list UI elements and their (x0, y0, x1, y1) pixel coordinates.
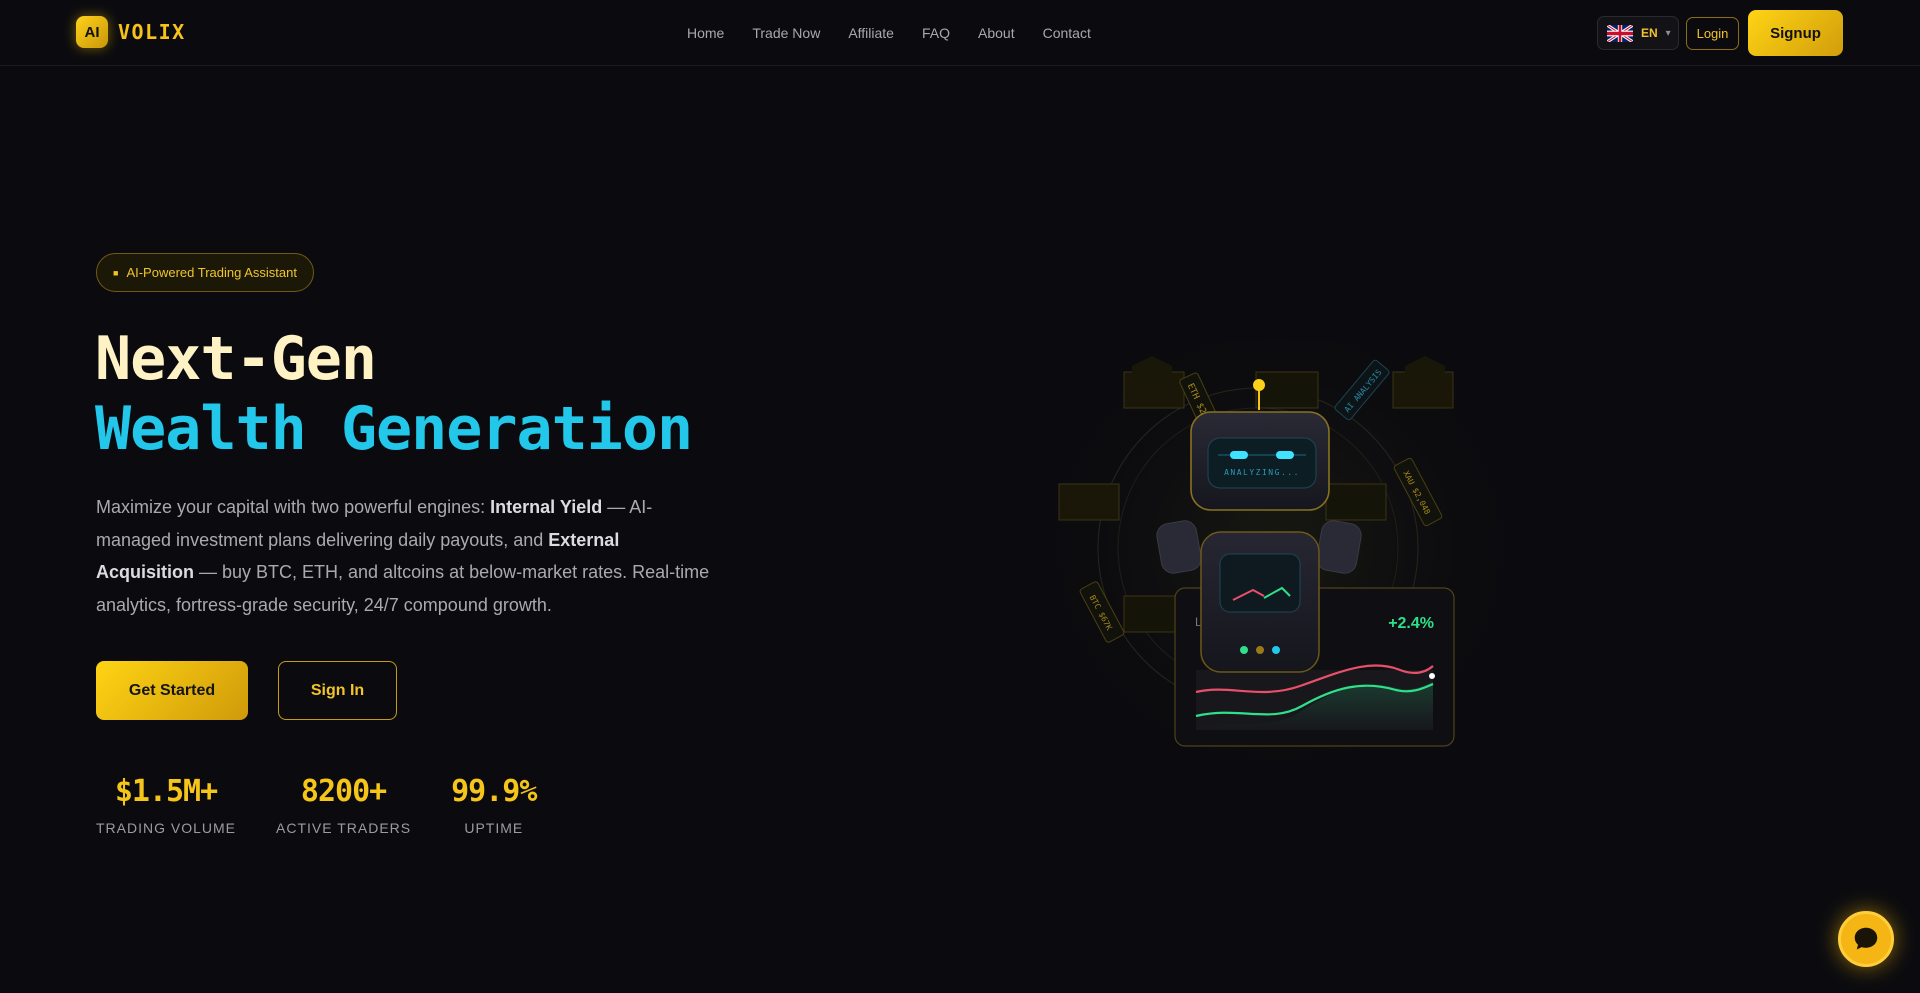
brand-logo[interactable]: AI VOLIX (76, 16, 186, 48)
nav-about[interactable]: About (978, 25, 1015, 41)
desc-text-1: Maximize your capital with two powerful … (96, 497, 491, 517)
uk-flag-icon (1607, 24, 1633, 42)
stat-active-traders: 8200+ ACTIVE TRADERS (276, 774, 411, 836)
hero-title-line2: Wealth Generation (95, 394, 693, 464)
robot-body (1200, 531, 1320, 673)
stat-label: ACTIVE TRADERS (276, 820, 412, 836)
ai-badge: ■ AI-Powered Trading Assistant (96, 253, 314, 292)
stat-trading-volume: $1.5M+ TRADING VOLUME (96, 774, 236, 836)
hero-description: Maximize your capital with two powerful … (96, 491, 716, 621)
stat-value: 8200+ (300, 774, 387, 809)
chart-change-value: +2.4% (1388, 615, 1434, 632)
signup-button[interactable]: Signup (1748, 10, 1843, 56)
stat-value: $1.5M+ (114, 774, 218, 809)
hero-title: Next-Gen Wealth Generation (95, 324, 693, 464)
stats-row: $1.5M+ TRADING VOLUME 8200+ ACTIVE TRADE… (96, 774, 537, 836)
ai-badge-label: AI-Powered Trading Assistant (126, 265, 297, 280)
stat-label: TRADING VOLUME (96, 820, 237, 836)
language-code: EN (1641, 26, 1658, 40)
stat-uptime: 99.9% UPTIME (451, 774, 537, 836)
hero-title-line1: Next-Gen (95, 324, 377, 394)
chat-bubble-icon (1854, 927, 1878, 950)
desc-internal-yield: Internal Yield (490, 497, 603, 517)
robot-right-arm (1316, 520, 1362, 574)
robot-status-text: ANALYZING... (1224, 468, 1300, 477)
robot-icon: ■ (113, 267, 119, 278)
nav-faq[interactable]: FAQ (922, 25, 950, 41)
top-navbar: AI VOLIX Home Trade Now Affiliate FAQ Ab… (0, 0, 1920, 66)
nav-affiliate[interactable]: Affiliate (848, 25, 894, 41)
ai-robot-illustration: ETH $2 AI ANALYSIS XAU $2,048 BTC $67K L… (1040, 340, 1520, 800)
sign-in-button[interactable]: Sign In (278, 661, 397, 720)
chevron-down-icon: ▾ (1665, 27, 1671, 39)
robot-left-arm (1156, 520, 1202, 574)
chart-endpoint (1429, 673, 1435, 679)
nav-contact[interactable]: Contact (1043, 25, 1091, 41)
nav-home[interactable]: Home (687, 25, 724, 41)
chat-support-button[interactable] (1838, 911, 1894, 967)
get-started-button[interactable]: Get Started (96, 661, 248, 720)
main-nav: Home Trade Now Affiliate FAQ About Conta… (687, 25, 1091, 41)
nav-trade-now[interactable]: Trade Now (752, 25, 820, 41)
stat-label: UPTIME (464, 820, 524, 836)
stat-value: 99.9% (451, 774, 537, 809)
language-selector[interactable]: EN ▾ (1597, 16, 1679, 50)
logo-badge: AI (76, 16, 108, 48)
brand-name: VOLIX (118, 20, 186, 44)
login-button[interactable]: Login (1686, 17, 1739, 50)
